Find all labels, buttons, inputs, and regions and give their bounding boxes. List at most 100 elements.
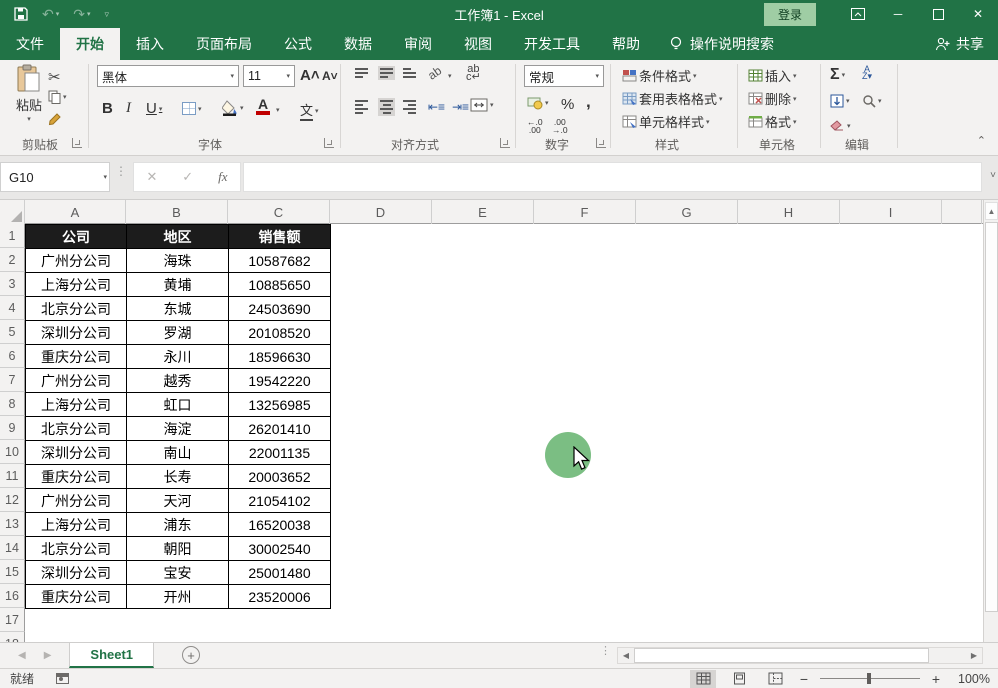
confirm-entry-icon[interactable]: ✓ <box>182 169 193 185</box>
cell[interactable]: 重庆分公司 <box>26 585 127 609</box>
row-header-7[interactable]: 7 <box>0 368 25 392</box>
normal-view-button[interactable] <box>690 670 716 688</box>
tab-ribbon-9[interactable]: 帮助 <box>596 28 656 60</box>
sign-in-button[interactable]: 登录 <box>764 3 816 26</box>
zoom-slider[interactable] <box>820 678 920 679</box>
cell[interactable]: 23520006 <box>229 585 331 609</box>
shrink-font-button[interactable]: A˅ <box>322 69 338 83</box>
cell[interactable]: 广州分公司 <box>26 489 127 513</box>
minimize-button[interactable]: ─ <box>878 0 918 28</box>
align-center-button[interactable] <box>378 98 395 116</box>
formula-input[interactable] <box>243 162 982 192</box>
tab-ribbon-7[interactable]: 视图 <box>448 28 508 60</box>
collapse-ribbon-icon[interactable]: ⌃ <box>977 134 986 147</box>
column-header-G[interactable]: G <box>636 200 738 224</box>
orientation-caret[interactable]: ▾ <box>448 72 452 80</box>
clipboard-dialog-launcher[interactable] <box>72 138 82 148</box>
insert-cells-button[interactable]: 插入▾ <box>748 66 797 85</box>
decrease-indent-button[interactable]: ⇤≡ <box>428 100 445 114</box>
tell-me-search[interactable]: 操作说明搜索 <box>670 28 774 60</box>
cell[interactable]: 开州 <box>127 585 229 609</box>
increase-indent-button[interactable]: ⇥≡ <box>452 100 469 114</box>
decrease-decimal-button[interactable]: .00→.0 <box>552 118 568 134</box>
select-all-corner[interactable] <box>0 200 25 224</box>
row-header-10[interactable]: 10 <box>0 440 25 464</box>
zoom-slider-thumb[interactable] <box>867 673 871 684</box>
tab-ribbon-6[interactable]: 审阅 <box>388 28 448 60</box>
column-header-partial[interactable] <box>942 200 982 224</box>
cell[interactable]: 天河 <box>127 489 229 513</box>
cell[interactable]: 20003652 <box>229 465 331 489</box>
cell[interactable]: 重庆分公司 <box>26 345 127 369</box>
phonetic-guide-button[interactable]: 文▾ <box>300 100 319 121</box>
cell[interactable]: 海珠 <box>127 249 229 273</box>
copy-button[interactable]: ▾ <box>48 90 67 104</box>
cell[interactable]: 深圳分公司 <box>26 441 127 465</box>
row-header-16[interactable]: 16 <box>0 584 25 608</box>
wrap-text-button[interactable]: abc↵ <box>466 65 481 81</box>
cell[interactable]: 10885650 <box>229 273 331 297</box>
zoom-in-button[interactable]: + <box>930 671 942 687</box>
cell[interactable]: 东城 <box>127 297 229 321</box>
cell[interactable]: 北京分公司 <box>26 537 127 561</box>
paste-button[interactable]: 粘贴 ▾ <box>8 64 50 123</box>
number-dialog-launcher[interactable] <box>596 138 606 148</box>
font-dialog-launcher[interactable] <box>324 138 334 148</box>
cancel-entry-icon[interactable]: ✕ <box>146 169 157 185</box>
undo-button[interactable]: ↶▾ <box>42 7 59 21</box>
orientation-button[interactable]: ab <box>425 63 444 82</box>
row-header-2[interactable]: 2 <box>0 248 25 272</box>
data-table[interactable]: 公司地区销售额广州分公司海珠10587682上海分公司黄埔10885650北京分… <box>25 224 331 609</box>
cell-styles-button[interactable]: 单元格样式▾ <box>622 112 710 131</box>
fill-color-button[interactable]: ▾ <box>222 100 244 116</box>
align-left-button[interactable] <box>355 100 368 114</box>
header-cell[interactable]: 地区 <box>127 225 229 249</box>
increase-decimal-button[interactable]: ←.0.00 <box>527 118 543 134</box>
align-bottom-button[interactable] <box>403 68 416 78</box>
align-right-button[interactable] <box>403 100 416 114</box>
cell[interactable]: 10587682 <box>229 249 331 273</box>
row-header-12[interactable]: 12 <box>0 488 25 512</box>
cell[interactable]: 长寿 <box>127 465 229 489</box>
cell[interactable]: 虹口 <box>127 393 229 417</box>
row-header-4[interactable]: 4 <box>0 296 25 320</box>
cell[interactable]: 罗湖 <box>127 321 229 345</box>
comma-style-button[interactable]: , <box>586 92 591 112</box>
column-header-H[interactable]: H <box>738 200 840 224</box>
cell[interactable]: 22001135 <box>229 441 331 465</box>
font-name-combobox[interactable]: 黑体▾ <box>97 65 239 87</box>
column-header-D[interactable]: D <box>330 200 432 224</box>
cell[interactable]: 宝安 <box>127 561 229 585</box>
cell[interactable]: 朝阳 <box>127 537 229 561</box>
horizontal-scrollbar[interactable]: ◀ ▶ <box>617 647 983 664</box>
add-sheet-button[interactable]: + <box>182 646 200 664</box>
font-color-button[interactable]: A <box>256 98 270 115</box>
accounting-format-button[interactable]: ▾ <box>527 96 549 110</box>
tab-ribbon-1[interactable]: 开始 <box>60 28 120 60</box>
align-middle-button[interactable] <box>378 66 395 80</box>
clear-button[interactable]: ▾ <box>830 120 851 132</box>
header-cell[interactable]: 销售额 <box>229 225 331 249</box>
tabbar-splitter[interactable]: ⋮ <box>600 649 611 654</box>
bold-button[interactable]: B <box>102 100 113 117</box>
vertical-scrollbar[interactable]: ▲ <box>983 200 998 642</box>
redo-button[interactable]: ↷▾ <box>73 7 90 21</box>
cell[interactable]: 北京分公司 <box>26 297 127 321</box>
cell[interactable]: 20108520 <box>229 321 331 345</box>
horizontal-scroll-thumb[interactable] <box>634 648 929 663</box>
scroll-left-icon[interactable]: ◀ <box>618 648 634 663</box>
scroll-up-icon[interactable]: ▲ <box>985 202 998 220</box>
row-header-13[interactable]: 13 <box>0 512 25 536</box>
customize-qat-icon[interactable]: ▿ <box>105 10 110 19</box>
row-header-15[interactable]: 15 <box>0 560 25 584</box>
sheet-grid[interactable]: ABCDEFGHI 123456789101112131415161718 公司… <box>0 200 983 642</box>
cell[interactable]: 30002540 <box>229 537 331 561</box>
cell[interactable]: 永川 <box>127 345 229 369</box>
number-format-combobox[interactable]: 常规▾ <box>524 65 604 87</box>
cell[interactable]: 深圳分公司 <box>26 561 127 585</box>
conditional-formatting-button[interactable]: 条件格式▾ <box>622 66 697 85</box>
vertical-scroll-thumb[interactable] <box>985 222 998 612</box>
cell[interactable]: 13256985 <box>229 393 331 417</box>
cell[interactable]: 24503690 <box>229 297 331 321</box>
cell[interactable]: 黄埔 <box>127 273 229 297</box>
